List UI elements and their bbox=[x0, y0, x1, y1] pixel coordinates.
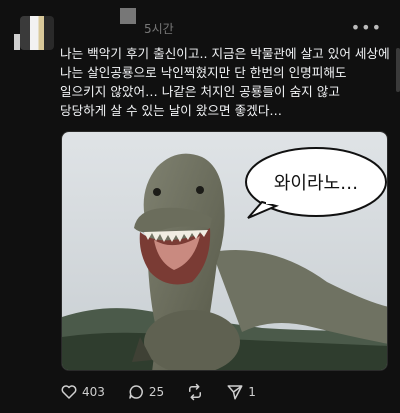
dinosaur-image: 와이라노… bbox=[62, 132, 387, 370]
share-count: 1 bbox=[248, 385, 256, 399]
heart-icon bbox=[61, 385, 77, 399]
post-timestamp: 5시간 bbox=[144, 22, 174, 36]
send-icon bbox=[227, 385, 243, 400]
avatar[interactable] bbox=[20, 16, 54, 50]
comment-count: 25 bbox=[148, 385, 165, 399]
username-block[interactable] bbox=[120, 8, 136, 24]
more-options-button[interactable]: ••• bbox=[351, 18, 382, 37]
like-count: 403 bbox=[82, 385, 105, 399]
post-text: 나는 백악기 후기 출신이고.. 지금은 박물관에 살고 있어 세상에 나는 살… bbox=[60, 46, 390, 118]
post-actions: 403 25 1 bbox=[60, 383, 256, 401]
post-image[interactable]: 와이라노… bbox=[61, 131, 388, 371]
comment-icon bbox=[129, 385, 143, 399]
scrollbar[interactable] bbox=[396, 48, 400, 92]
share-button[interactable]: 1 bbox=[226, 383, 256, 401]
repost-button[interactable] bbox=[186, 383, 204, 401]
like-button[interactable]: 403 bbox=[60, 383, 105, 401]
repost-icon bbox=[189, 383, 202, 401]
speech-bubble-text: 와이라노… bbox=[274, 173, 358, 194]
comment-button[interactable]: 25 bbox=[127, 383, 164, 401]
avatar-area[interactable] bbox=[14, 10, 54, 58]
